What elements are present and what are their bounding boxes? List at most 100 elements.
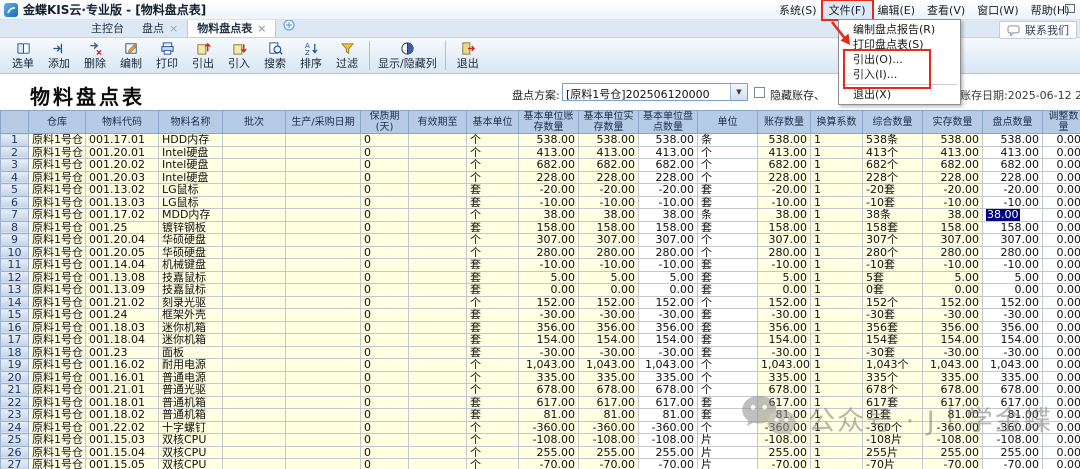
cell[interactable]: 1 (811, 246, 863, 259)
row-number[interactable]: 16 (1, 321, 29, 334)
exit-button[interactable]: 退出 (450, 40, 486, 71)
cell[interactable]: 普通电源 (159, 371, 223, 384)
cell[interactable]: 38.00 (923, 209, 983, 222)
cell[interactable]: 335.00 (519, 371, 579, 384)
cell[interactable]: 335.00 (639, 371, 698, 384)
cell[interactable]: 0 (361, 371, 409, 384)
column-header[interactable]: 综合数量 (863, 111, 923, 134)
menubar-item-edit[interactable]: 编辑(E) (872, 0, 922, 20)
cell[interactable]: 个 (467, 159, 519, 172)
cell[interactable]: 个 (467, 209, 519, 222)
cell[interactable]: 0 (361, 434, 409, 447)
cell[interactable]: 0.00 (1043, 171, 1080, 184)
cell[interactable]: 个 (467, 459, 519, 469)
cell[interactable] (409, 159, 467, 172)
cell[interactable]: 0 (361, 396, 409, 409)
cell[interactable]: 0 (361, 446, 409, 459)
cell[interactable]: 001.13.08 (86, 271, 159, 284)
cell[interactable]: 0.00 (1043, 146, 1080, 159)
cell[interactable] (409, 359, 467, 372)
cell[interactable]: 001.16.02 (86, 359, 159, 372)
cell[interactable]: 001.17.02 (86, 209, 159, 222)
chevron-down-icon[interactable]: ▼ (730, 84, 747, 100)
cell[interactable]: 0.00 (1043, 421, 1080, 434)
cell[interactable]: 套 (467, 271, 519, 284)
cell[interactable]: LG鼠标 (159, 184, 223, 197)
cell[interactable] (409, 421, 467, 434)
row-number[interactable]: 13 (1, 284, 29, 297)
cell[interactable]: -30.00 (579, 309, 639, 322)
cell[interactable]: 0.00 (1043, 159, 1080, 172)
close-icon[interactable]: × (257, 24, 266, 34)
column-header[interactable]: 账存数量 (758, 111, 811, 134)
cell[interactable]: -20.00 (639, 184, 698, 197)
cell[interactable]: 十字螺钉 (159, 421, 223, 434)
cell[interactable]: 538.00 (758, 134, 811, 147)
cell[interactable]: 0 (361, 246, 409, 259)
cell[interactable]: 154套 (863, 334, 923, 347)
column-header[interactable]: 生产/采购日期 (286, 111, 361, 134)
cell[interactable]: -10.00 (983, 196, 1043, 209)
cell[interactable]: 个 (698, 371, 758, 384)
cell[interactable] (409, 246, 467, 259)
cell[interactable]: 356.00 (758, 321, 811, 334)
cell[interactable]: 个 (698, 421, 758, 434)
cell[interactable]: 0.00 (1043, 409, 1080, 422)
cell[interactable] (223, 259, 286, 272)
cell[interactable]: 356套 (863, 321, 923, 334)
cell[interactable]: 413个 (863, 146, 923, 159)
cell[interactable] (223, 421, 286, 434)
cell[interactable]: 1 (811, 309, 863, 322)
column-header[interactable]: 实存数量 (923, 111, 983, 134)
cell[interactable]: -10.00 (639, 196, 698, 209)
cell[interactable]: 538.00 (983, 134, 1043, 147)
cell[interactable] (223, 296, 286, 309)
cell[interactable]: -108片 (863, 434, 923, 447)
cell[interactable]: 条 (698, 209, 758, 222)
cell[interactable]: 1 (811, 359, 863, 372)
cell[interactable]: 356.00 (579, 321, 639, 334)
cell[interactable]: 1 (811, 184, 863, 197)
menubar-item-system[interactable]: 系统(S) (773, 0, 823, 20)
cell[interactable]: 001.21.02 (86, 296, 159, 309)
cell[interactable]: 1 (811, 371, 863, 384)
cell[interactable]: 152.00 (579, 296, 639, 309)
cell[interactable]: 158套 (863, 221, 923, 234)
cell[interactable]: 38.00 (579, 209, 639, 222)
cell[interactable]: 001.20.03 (86, 171, 159, 184)
cell[interactable] (286, 159, 361, 172)
column-header[interactable]: 调整数量 (1043, 111, 1080, 134)
cell[interactable]: 0.00 (923, 284, 983, 297)
cell[interactable]: 1,043.00 (983, 359, 1043, 372)
cell[interactable]: 0.00 (1043, 134, 1080, 147)
row-number[interactable]: 2 (1, 146, 29, 159)
export-button[interactable]: 引出 (185, 40, 221, 71)
cell[interactable] (223, 284, 286, 297)
cell[interactable] (223, 334, 286, 347)
cell[interactable]: 678.00 (639, 384, 698, 397)
cell[interactable]: 280.00 (519, 246, 579, 259)
cell[interactable] (409, 321, 467, 334)
cell[interactable]: -10.00 (579, 196, 639, 209)
cell[interactable]: -70.00 (923, 459, 983, 469)
cell[interactable] (409, 284, 467, 297)
cell[interactable] (409, 171, 467, 184)
cell[interactable]: 片 (698, 434, 758, 447)
row-number[interactable]: 1 (1, 134, 29, 147)
column-header[interactable]: 基本单位实存数量 (579, 111, 639, 134)
cell[interactable]: 0.00 (1043, 384, 1080, 397)
column-header[interactable]: 有效期至 (409, 111, 467, 134)
cell[interactable] (286, 146, 361, 159)
row-number[interactable]: 18 (1, 346, 29, 359)
show-hide-columns-button[interactable]: 显示/隐藏列 (374, 40, 441, 71)
cell[interactable]: 套 (467, 221, 519, 234)
cell[interactable]: 个 (467, 446, 519, 459)
cell[interactable]: 538.00 (639, 134, 698, 147)
cell[interactable] (223, 396, 286, 409)
cell[interactable]: 5.00 (639, 271, 698, 284)
cell[interactable] (286, 384, 361, 397)
menubar-item-view[interactable]: 查看(V) (921, 0, 971, 20)
cell[interactable]: 678.00 (579, 384, 639, 397)
cell[interactable]: 280.00 (639, 246, 698, 259)
column-header[interactable]: 保质期(天) (361, 111, 409, 134)
